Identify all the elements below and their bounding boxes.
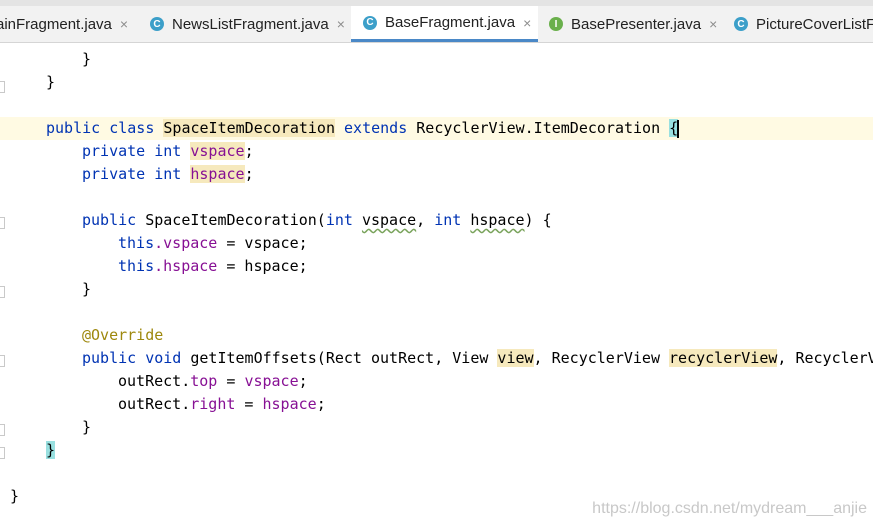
code-line-class-declaration: public class SpaceItemDecoration extends…	[0, 117, 873, 140]
tab-label: NewsListFragment.java	[172, 15, 329, 33]
interface-icon: I	[549, 17, 563, 31]
tab-label: ainFragment.java	[0, 15, 112, 33]
tab-label: BaseFragment.java	[385, 14, 516, 31]
tab-basepresenter[interactable]: I BasePresenter.java ×	[549, 6, 721, 42]
code-editor[interactable]: } } public class SpaceItemDecoration ext…	[0, 43, 873, 525]
editor-tab-bar: ainFragment.java × C NewsListFragment.ja…	[0, 0, 873, 43]
watermark-text: https://blog.csdn.net/mydream___anjie	[592, 500, 867, 517]
tab-basefragment[interactable]: C BaseFragment.java ×	[351, 6, 538, 42]
class-icon: C	[363, 15, 377, 30]
fold-marker[interactable]	[0, 81, 5, 93]
fold-marker[interactable]	[0, 355, 5, 367]
tab-label: BasePresenter.java	[571, 15, 702, 33]
close-icon[interactable]: ×	[120, 16, 128, 32]
text-caret	[677, 119, 680, 138]
code-line: private int hspace;	[82, 165, 254, 183]
code-line: this.hspace = hspace;	[118, 257, 308, 275]
code-line: public void getItemOffsets(Rect outRect,…	[82, 349, 873, 367]
tab-label: PictureCoverListFr	[756, 15, 873, 33]
code-line: }	[82, 50, 92, 68]
code-line: outRect.right = hspace;	[118, 395, 326, 413]
close-icon[interactable]: ×	[523, 15, 531, 31]
fold-marker[interactable]	[0, 424, 5, 436]
fold-marker[interactable]	[0, 286, 5, 298]
class-icon: C	[734, 17, 748, 31]
code-line: this.vspace = vspace;	[118, 234, 308, 252]
fold-marker[interactable]	[0, 447, 5, 459]
close-icon[interactable]: ×	[337, 16, 345, 32]
tab-newslistfragment[interactable]: C NewsListFragment.java ×	[150, 6, 350, 42]
code-line: }	[46, 441, 56, 459]
code-line: outRect.top = vspace;	[118, 372, 308, 390]
fold-marker[interactable]	[0, 217, 5, 229]
code-line: }	[10, 487, 20, 505]
tab-picturecoverlist[interactable]: C PictureCoverListFr	[734, 6, 873, 42]
code-line: }	[82, 280, 92, 298]
close-icon[interactable]: ×	[709, 16, 717, 32]
code-line: }	[46, 73, 56, 91]
code-line: @Override	[82, 326, 164, 344]
code-line: public SpaceItemDecoration(int vspace, i…	[82, 211, 552, 229]
class-icon: C	[150, 17, 164, 31]
tab-mainfragment[interactable]: ainFragment.java ×	[0, 6, 142, 42]
code-line: private int vspace;	[82, 142, 254, 160]
code-line: }	[82, 418, 92, 436]
